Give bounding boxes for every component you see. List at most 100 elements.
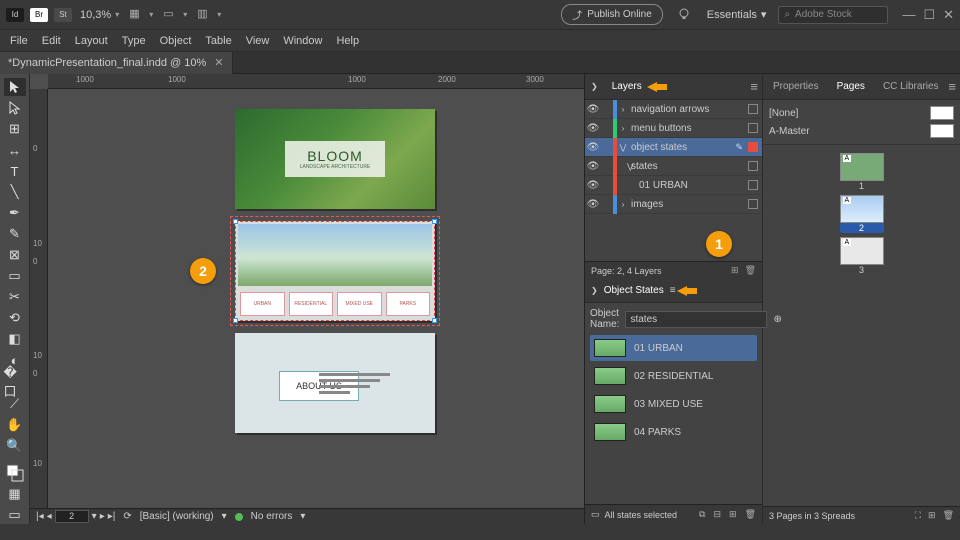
menu-layout[interactable]: Layout — [75, 35, 108, 47]
selection-tool[interactable] — [4, 78, 26, 96]
layer-row[interactable]: 👁⋁object states✎ — [585, 138, 762, 157]
preview-spread-icon[interactable]: ▭ — [591, 509, 600, 520]
pen-tool[interactable]: ✒ — [4, 204, 26, 222]
selection-square-icon[interactable] — [748, 123, 758, 133]
close-icon[interactable]: ✕ — [943, 7, 954, 23]
color-theme-tool[interactable]: ▦ — [4, 485, 26, 503]
bridge-chip[interactable]: Br — [30, 8, 48, 22]
trash-icon[interactable]: 🗑 — [745, 265, 756, 276]
new-state-icon[interactable]: ⊞ — [729, 509, 737, 520]
direct-selection-tool[interactable] — [4, 99, 26, 117]
minimize-icon[interactable]: — — [902, 7, 915, 23]
close-icon[interactable]: ✕ — [214, 56, 223, 69]
hand-tool[interactable]: ✋ — [4, 416, 26, 434]
new-page-icon[interactable]: ⊞ — [928, 510, 936, 521]
visibility-icon[interactable]: 👁 — [585, 142, 601, 153]
selection-square-icon[interactable] — [748, 180, 758, 190]
page-thumbnail[interactable]: A — [840, 195, 884, 223]
selection-handle[interactable] — [233, 318, 238, 323]
rectangle-frame-tool[interactable]: ⊠ — [4, 246, 26, 264]
canvas[interactable]: 10001000100020003000 010010010 BLOOM LAN… — [30, 74, 585, 524]
page-1[interactable]: BLOOM LANDSCAPE ARCHITECTURE — [235, 109, 435, 209]
gap-tool[interactable]: ↔ — [4, 141, 26, 159]
visibility-icon[interactable]: 👁 — [585, 199, 601, 210]
pencil-tool[interactable]: ✎ — [4, 225, 26, 243]
layer-row[interactable]: 👁⋁states — [585, 157, 762, 176]
object-name-input[interactable] — [625, 311, 767, 328]
chevron-down-icon[interactable]: ❯ — [591, 82, 598, 91]
panel-menu-icon[interactable]: ≡ — [670, 285, 676, 296]
selection-handle[interactable] — [432, 219, 437, 224]
gradient-swatch-tool[interactable]: ◧ — [4, 330, 26, 348]
preflight-errors[interactable]: No errors — [251, 511, 293, 522]
layer-row[interactable]: 👁›menu buttons — [585, 119, 762, 138]
tab-cc-libraries[interactable]: CC Libraries — [879, 77, 943, 96]
arrange-icon[interactable]: ▥ — [197, 7, 213, 23]
scissors-tool[interactable]: ✂ — [4, 288, 26, 306]
selection-square-icon[interactable] — [748, 104, 758, 114]
panel-menu-icon[interactable]: ≡ — [750, 79, 758, 94]
eyedropper-tool[interactable]: ⟋ — [4, 395, 26, 413]
first-page-icon[interactable]: |◂ — [36, 511, 44, 522]
tab-layers[interactable]: Layers — [608, 77, 646, 96]
fill-stroke-swatch[interactable] — [4, 464, 26, 482]
state-item[interactable]: 03 MIXED USE — [590, 391, 757, 417]
tab-properties[interactable]: Properties — [769, 77, 823, 96]
zoom-level[interactable]: 10,3% — [80, 9, 111, 21]
menu-edit[interactable]: Edit — [42, 35, 61, 47]
page-number-input[interactable]: 2 — [55, 510, 89, 523]
panel-menu-icon[interactable]: ≡ — [948, 79, 956, 94]
selection-handle[interactable] — [233, 219, 238, 224]
new-layer-icon[interactable]: ⊞ — [731, 265, 739, 276]
state-item[interactable]: 01 URBAN — [590, 335, 757, 361]
view-grid-icon[interactable]: ▦ — [129, 7, 145, 23]
screen-mode-icon[interactable]: ▭ — [163, 7, 179, 23]
edit-page-size-icon[interactable]: ⛶ — [915, 510, 921, 521]
menu-view[interactable]: View — [246, 35, 270, 47]
page-tool[interactable]: ⊞ — [4, 120, 26, 138]
selection-square-icon[interactable] — [748, 161, 758, 171]
rectangle-tool[interactable]: ▭ — [4, 267, 26, 285]
chevron-down-icon[interactable]: ▾ — [300, 511, 305, 522]
selection-square-icon[interactable] — [748, 142, 758, 152]
menu-object[interactable]: Object — [160, 35, 192, 47]
trash-icon[interactable]: 🗑 — [943, 510, 954, 521]
page-thumbnail[interactable]: A — [840, 153, 884, 181]
prev-page-icon[interactable]: ◂ — [47, 511, 52, 522]
menu-type[interactable]: Type — [122, 35, 146, 47]
page-3[interactable]: ABOUT US — [235, 333, 435, 433]
page-thumbnail[interactable]: A — [840, 237, 884, 265]
trash-icon[interactable]: 🗑 — [745, 509, 756, 520]
chevron-down-icon[interactable]: ▾ — [115, 10, 119, 19]
master-row[interactable]: [None] — [769, 104, 954, 122]
preflight-profile[interactable]: [Basic] (working) — [140, 511, 214, 522]
publish-online-button[interactable]: ⤴ Publish Online — [561, 4, 662, 25]
chevron-down-icon[interactable]: ▾ — [217, 10, 221, 19]
document-tab[interactable]: *DynamicPresentation_final.indd @ 10% ✕ — [0, 52, 233, 74]
chevron-down-icon[interactable]: ▾ — [183, 10, 187, 19]
visibility-icon[interactable]: 👁 — [585, 123, 601, 134]
layer-row[interactable]: 👁01 URBAN — [585, 176, 762, 195]
chevron-down-icon[interactable]: ▾ — [149, 10, 153, 19]
line-tool[interactable]: ╲ — [4, 183, 26, 201]
lightbulb-icon[interactable] — [677, 7, 693, 23]
selection-handle[interactable] — [432, 318, 437, 323]
chevron-down-icon[interactable]: ▾ — [92, 511, 97, 522]
visibility-icon[interactable]: 👁 — [585, 180, 601, 191]
paste-into-icon[interactable]: ⧉ — [699, 509, 705, 520]
menu-window[interactable]: Window — [283, 35, 322, 47]
free-transform-tool[interactable]: ⟲ — [4, 309, 26, 327]
master-row[interactable]: A-Master — [769, 122, 954, 140]
convert-icon[interactable]: ⊟ — [713, 509, 721, 520]
stock-chip[interactable]: St — [54, 8, 72, 22]
state-item[interactable]: 02 RESIDENTIAL — [590, 363, 757, 389]
workspace-switcher[interactable]: Essentials ▾ — [707, 8, 767, 21]
selection-square-icon[interactable] — [748, 199, 758, 209]
next-page-icon[interactable]: ▸ — [100, 511, 105, 522]
tab-object-states[interactable]: Object States — [604, 285, 664, 296]
note-tool[interactable]: �口 — [4, 372, 26, 392]
open-file-icon[interactable]: ⟳ — [123, 511, 131, 522]
state-item[interactable]: 04 PARKS — [590, 419, 757, 445]
maximize-icon[interactable]: ☐ — [923, 7, 935, 23]
menu-file[interactable]: File — [10, 35, 28, 47]
